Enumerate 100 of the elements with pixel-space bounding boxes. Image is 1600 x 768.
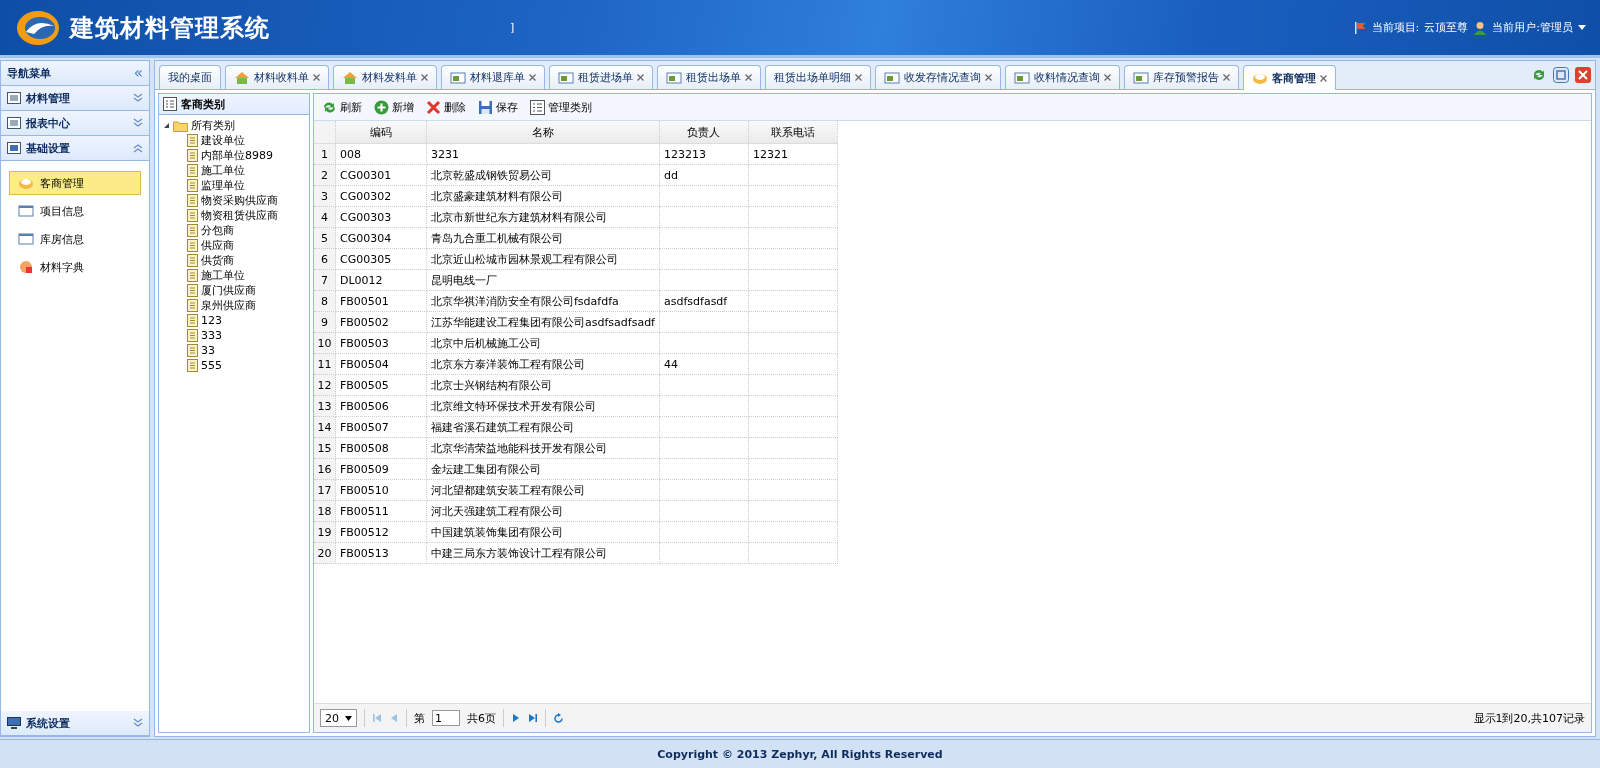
- manage-button[interactable]: 管理类别: [526, 97, 596, 117]
- tab[interactable]: 材料收料单: [225, 65, 329, 89]
- row-number: 18: [314, 500, 336, 522]
- table-cell: FB00506: [335, 395, 427, 417]
- tree-node[interactable]: 供应商: [163, 238, 305, 253]
- tab[interactable]: 收料情况查询: [1005, 65, 1120, 89]
- menu-item[interactable]: 客商管理: [9, 171, 141, 195]
- close-icon[interactable]: [1320, 74, 1327, 82]
- fullscreen-icon[interactable]: [1553, 67, 1569, 83]
- accordion-header[interactable]: 基础设置: [1, 136, 149, 161]
- collapse-button[interactable]: «: [133, 64, 143, 82]
- menu-item[interactable]: 库房信息: [9, 227, 141, 251]
- reload-icon[interactable]: [553, 712, 564, 724]
- document-icon: [187, 284, 198, 297]
- menu-item[interactable]: 材料字典: [9, 255, 141, 279]
- next-page-icon[interactable]: [511, 713, 521, 723]
- tab[interactable]: 租赁出场单: [657, 65, 761, 89]
- table-cell: FB00507: [335, 416, 427, 438]
- page-input[interactable]: 1: [432, 710, 460, 726]
- save-button[interactable]: 保存: [474, 97, 522, 117]
- column-header[interactable]: 负责人: [659, 121, 749, 144]
- tree-node[interactable]: 内部单位8989: [163, 148, 305, 163]
- tree-node[interactable]: 监理单位: [163, 178, 305, 193]
- tab[interactable]: 材料发料单: [333, 65, 437, 89]
- tab[interactable]: 库存预警报告: [1124, 65, 1239, 89]
- page-total: 共6页: [467, 710, 496, 726]
- section-icon: [7, 92, 21, 104]
- close-icon[interactable]: [313, 74, 320, 81]
- tree-node[interactable]: 所有类别: [163, 118, 305, 133]
- table-cell: 北京东方泰洋装饰工程有限公司: [426, 353, 660, 375]
- tab-icon: [1133, 70, 1149, 85]
- row-number: 13: [314, 395, 336, 417]
- chevron-down-icon: [133, 118, 143, 128]
- table-cell: FB00511: [335, 500, 427, 522]
- add-button[interactable]: 新增: [370, 97, 418, 117]
- close-icon[interactable]: [1104, 74, 1111, 81]
- page-size-select[interactable]: 20: [320, 709, 357, 727]
- tree-node[interactable]: 建设单位: [163, 133, 305, 148]
- tree-node[interactable]: 333: [163, 328, 305, 343]
- column-header[interactable]: 名称: [426, 121, 660, 144]
- close-icon[interactable]: [1575, 67, 1591, 83]
- menu-item[interactable]: 项目信息: [9, 199, 141, 223]
- tree-node[interactable]: 泉州供应商: [163, 298, 305, 313]
- row-number: 12: [314, 374, 336, 396]
- table-cell: FB00505: [335, 374, 427, 396]
- close-icon[interactable]: [421, 74, 428, 81]
- tab[interactable]: 租赁进场单: [549, 65, 653, 89]
- table-cell: dd: [659, 164, 749, 186]
- close-icon[interactable]: [1223, 74, 1230, 81]
- row-number: 20: [314, 542, 336, 564]
- document-icon: [187, 344, 198, 357]
- refresh-icon[interactable]: [1531, 67, 1547, 83]
- document-icon: [187, 359, 198, 372]
- tree-node[interactable]: 33: [163, 343, 305, 358]
- monitor-icon: [7, 717, 21, 729]
- row-number: 8: [314, 290, 336, 312]
- tab[interactable]: 客商管理: [1243, 65, 1336, 90]
- tree-node[interactable]: 123: [163, 313, 305, 328]
- column-header[interactable]: 联系电话: [748, 121, 838, 144]
- tab[interactable]: 收发存情况查询: [875, 65, 1001, 89]
- user-menu[interactable]: 当前用户:管理员: [1492, 20, 1573, 35]
- row-number: 16: [314, 458, 336, 480]
- tree-node[interactable]: 施工单位: [163, 163, 305, 178]
- tree-node[interactable]: 物资租赁供应商: [163, 208, 305, 223]
- caret-icon[interactable]: [1578, 24, 1586, 31]
- table-cell: 北京近山松城市园林景观工程有限公司: [426, 248, 660, 270]
- section-icon: [7, 142, 21, 154]
- refresh-button[interactable]: 刷新: [318, 97, 366, 117]
- close-icon[interactable]: [985, 74, 992, 81]
- tree-node[interactable]: 厦门供应商: [163, 283, 305, 298]
- close-icon[interactable]: [637, 74, 644, 81]
- close-icon[interactable]: [855, 74, 862, 81]
- column-header[interactable]: 编码: [335, 121, 427, 144]
- triangle-down-icon[interactable]: [163, 122, 170, 129]
- accordion-header[interactable]: 报表中心: [1, 111, 149, 136]
- tab[interactable]: 租赁出场单明细: [765, 65, 871, 89]
- document-icon: [187, 299, 198, 312]
- tab[interactable]: 材料退库单: [441, 65, 545, 89]
- tab[interactable]: 我的桌面: [159, 65, 221, 89]
- page-label: 第: [414, 710, 425, 726]
- row-number: 9: [314, 311, 336, 333]
- row-number: 6: [314, 248, 336, 270]
- delete-button[interactable]: 删除: [422, 97, 470, 117]
- row-number: 7: [314, 269, 336, 291]
- table-cell: 昆明电线一厂: [426, 269, 660, 291]
- close-icon[interactable]: [745, 74, 752, 81]
- tree-node[interactable]: 施工单位: [163, 268, 305, 283]
- tree-node[interactable]: 供货商: [163, 253, 305, 268]
- tree-node[interactable]: 555: [163, 358, 305, 373]
- table-cell: 北京乾盛成钢铁贸易公司: [426, 164, 660, 186]
- tree-node[interactable]: 分包商: [163, 223, 305, 238]
- table-cell: 12321: [748, 143, 838, 165]
- last-page-icon[interactable]: [528, 713, 538, 723]
- tree-node[interactable]: 物资采购供应商: [163, 193, 305, 208]
- row-number: 17: [314, 479, 336, 501]
- caret-icon: [345, 715, 352, 721]
- copyright-text: Copyright © 2013 Zephyr, All Rights Reserved: [657, 747, 943, 761]
- accordion-header[interactable]: 材料管理: [1, 86, 149, 111]
- close-icon[interactable]: [529, 74, 536, 81]
- accordion-header[interactable]: 系统设置: [1, 711, 149, 736]
